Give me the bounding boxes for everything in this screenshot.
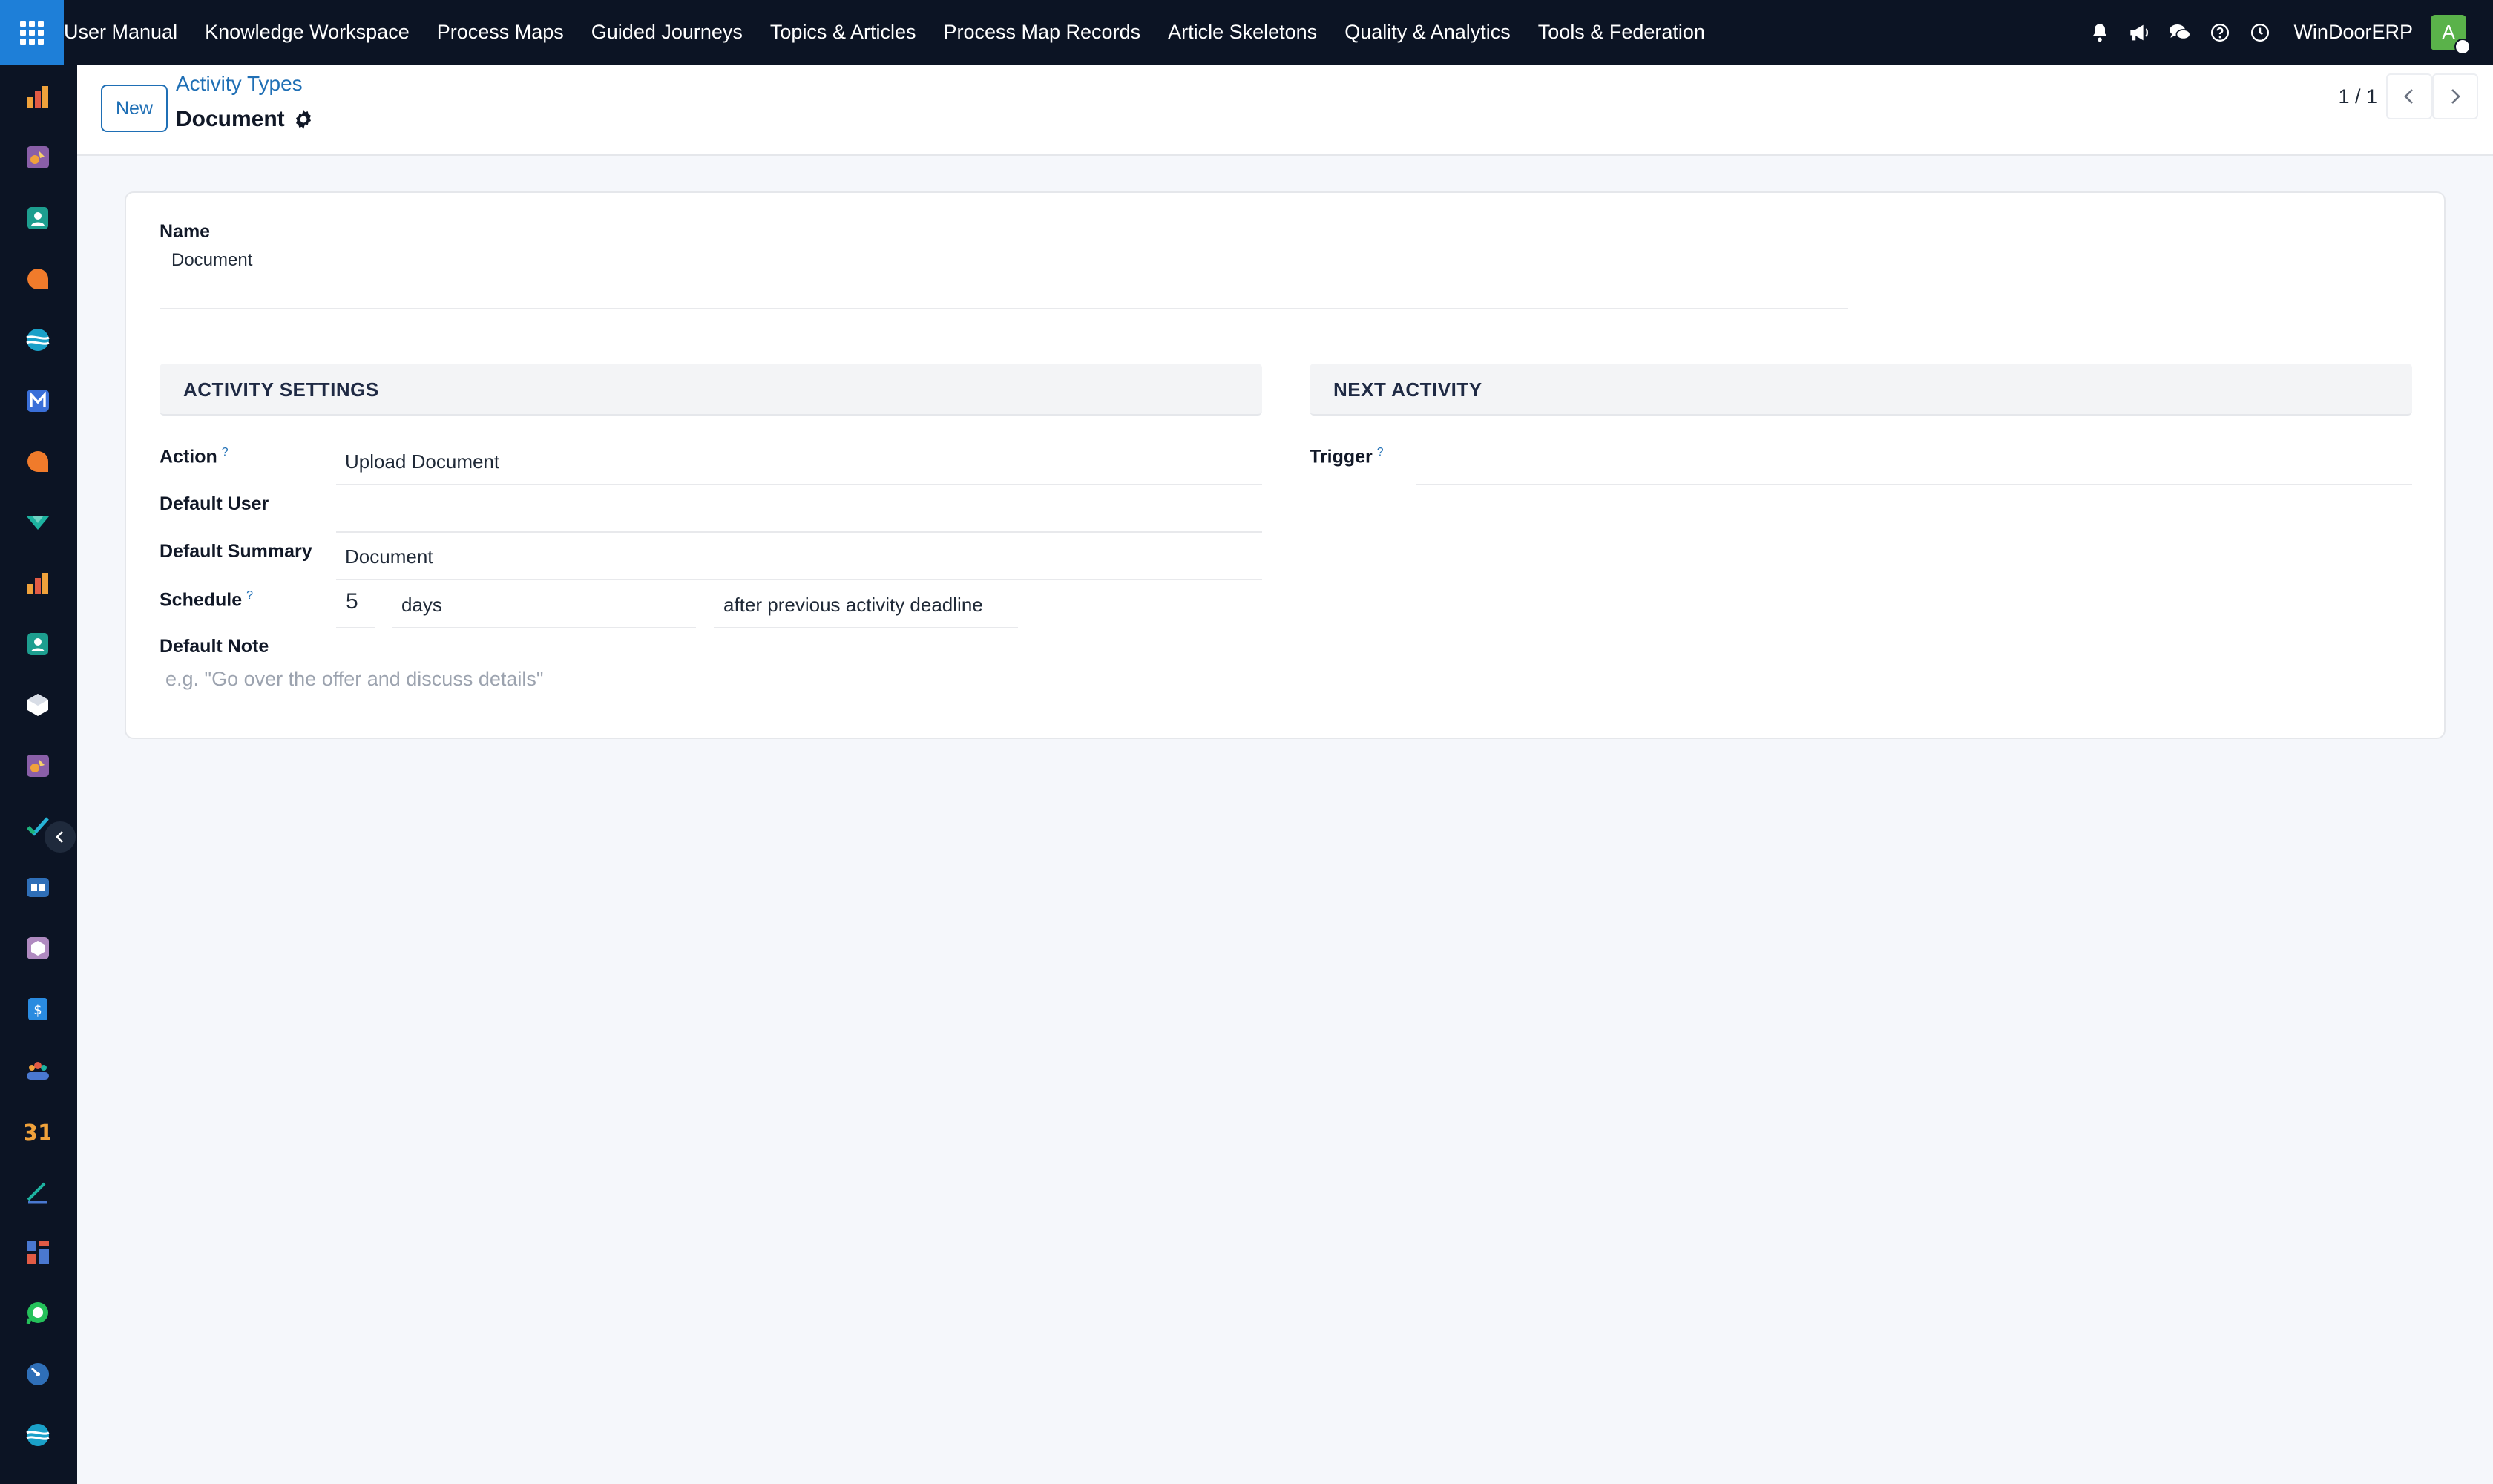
- default-user-field-underline: [336, 531, 1262, 533]
- sidebar-studio-icon[interactable]: [25, 1362, 50, 1387]
- help-icon[interactable]: [2207, 20, 2233, 45]
- default-note-editor[interactable]: e.g. "Go over the offer and discuss deta…: [165, 668, 543, 691]
- clock-icon[interactable]: [2247, 20, 2273, 45]
- control-panel: New Activity Types Document 1 / 1: [77, 65, 2493, 156]
- chevron-right-icon: [2451, 89, 2460, 104]
- grid-icon: [20, 20, 44, 45]
- action-field-underline: [336, 484, 1262, 485]
- activity-settings-header: ACTIVITY SETTINGS: [160, 364, 1262, 416]
- sidebar-inventory-icon[interactable]: [25, 692, 50, 718]
- menu-knowledge-workspace[interactable]: Knowledge Workspace: [205, 21, 410, 44]
- sidebar-sign-icon[interactable]: [25, 1179, 50, 1204]
- trigger-label-text: Trigger: [1310, 446, 1373, 467]
- sidebar-whatsapp-icon[interactable]: [25, 1301, 50, 1326]
- svg-text:31: 31: [25, 1120, 50, 1143]
- user-avatar[interactable]: A: [2431, 14, 2471, 55]
- chevron-left-icon: [2404, 89, 2413, 104]
- schedule-label: Schedule?: [160, 589, 253, 611]
- svg-text:$: $: [33, 1002, 42, 1018]
- megaphone-icon[interactable]: [2127, 20, 2152, 45]
- schedule-number-field[interactable]: 5: [346, 589, 358, 614]
- menu-user-manual[interactable]: User Manual: [64, 21, 177, 44]
- menu-topics-articles[interactable]: Topics & Articles: [770, 21, 916, 44]
- company-switcher[interactable]: WinDoorERP: [2293, 21, 2413, 44]
- sidebar-website-icon[interactable]: [25, 327, 50, 352]
- sidebar-dashboards-icon[interactable]: [25, 84, 50, 109]
- next-activity-header: NEXT ACTIVITY: [1310, 364, 2412, 416]
- trigger-help-icon[interactable]: ?: [1377, 446, 1384, 459]
- default-summary-field-underline: [336, 579, 1262, 580]
- action-field[interactable]: Upload Document: [345, 450, 499, 473]
- schedule-help-icon[interactable]: ?: [246, 589, 253, 602]
- schedule-unit-select[interactable]: days: [401, 594, 442, 617]
- action-label: Action?: [160, 446, 229, 467]
- systray: WinDoorERP A: [2087, 0, 2493, 65]
- action-help-icon[interactable]: ?: [222, 446, 229, 459]
- sidebar-collapse-button[interactable]: [43, 820, 77, 854]
- sidebar-invoicing-icon[interactable]: $: [25, 997, 50, 1022]
- menu-process-map-records[interactable]: Process Map Records: [943, 21, 1140, 44]
- sidebar-project-icon[interactable]: [25, 510, 50, 535]
- schedule-reference-underline: [714, 627, 1018, 628]
- default-note-label: Default Note: [160, 636, 269, 657]
- menu-quality-analytics[interactable]: Quality & Analytics: [1344, 21, 1511, 44]
- main-menu: User Manual Knowledge Workspace Process …: [64, 21, 1732, 44]
- sidebar-team-icon[interactable]: [25, 1057, 50, 1083]
- pager-value[interactable]: 1 / 1: [2338, 85, 2377, 108]
- sidebar-discuss-icon[interactable]: [25, 266, 50, 292]
- name-field-underline: [160, 308, 1848, 309]
- top-navbar: User Manual Knowledge Workspace Process …: [0, 0, 2493, 65]
- sidebar-mail-icon[interactable]: [25, 388, 50, 413]
- new-button[interactable]: New: [101, 85, 168, 132]
- pager-next-button[interactable]: [2432, 73, 2478, 119]
- sidebar-calendar-icon[interactable]: 31: [25, 1118, 50, 1143]
- menu-tools-federation[interactable]: Tools & Federation: [1538, 21, 1705, 44]
- form-sheet: Name Document ACTIVITY SETTINGS NEXT ACT…: [125, 191, 2446, 739]
- gear-icon[interactable]: [292, 108, 315, 131]
- sidebar-contacts-icon[interactable]: [25, 206, 50, 231]
- schedule-reference-select[interactable]: after previous activity deadline: [723, 594, 983, 617]
- sidebar-reporting-icon[interactable]: [25, 571, 50, 596]
- chat-icon[interactable]: [2167, 20, 2193, 45]
- sidebar-knowledge-icon[interactable]: [25, 145, 50, 170]
- menu-article-skeletons[interactable]: Article Skeletons: [1168, 21, 1317, 44]
- sidebar-package-icon[interactable]: [25, 936, 50, 961]
- schedule-number-underline: [336, 627, 375, 628]
- menu-process-maps[interactable]: Process Maps: [437, 21, 564, 44]
- breadcrumb-activity-types[interactable]: Activity Types: [176, 72, 303, 96]
- sidebar-elearning-icon[interactable]: [25, 875, 50, 900]
- name-label: Name: [160, 221, 211, 242]
- sidebar-notes-icon[interactable]: [25, 753, 50, 778]
- action-label-text: Action: [160, 446, 217, 467]
- sidebar-livechat-icon[interactable]: [25, 449, 50, 474]
- default-user-label: Default User: [160, 493, 269, 514]
- trigger-label: Trigger?: [1310, 446, 1384, 467]
- record-title: Document: [176, 107, 285, 131]
- sidebar-spreadsheet-icon[interactable]: [25, 1240, 50, 1265]
- pager-previous-button[interactable]: [2386, 73, 2432, 119]
- chevron-left-icon: [56, 831, 63, 843]
- schedule-unit-underline: [392, 627, 696, 628]
- bell-icon[interactable]: [2087, 20, 2112, 45]
- sidebar-web-icon[interactable]: [25, 1422, 50, 1448]
- default-summary-label: Default Summary: [160, 541, 312, 562]
- default-summary-field[interactable]: Document: [345, 545, 433, 568]
- menu-guided-journeys[interactable]: Guided Journeys: [591, 21, 743, 44]
- trigger-field-underline: [1416, 484, 2412, 485]
- sidebar-employees-icon[interactable]: [25, 631, 50, 657]
- app-sidebar: $ 31: [0, 65, 77, 1484]
- schedule-label-text: Schedule: [160, 589, 243, 611]
- presence-status-icon: [2454, 38, 2471, 55]
- name-field[interactable]: Document: [171, 250, 252, 271]
- avatar-letter: A: [2442, 21, 2455, 43]
- app-menu-button[interactable]: [0, 0, 64, 65]
